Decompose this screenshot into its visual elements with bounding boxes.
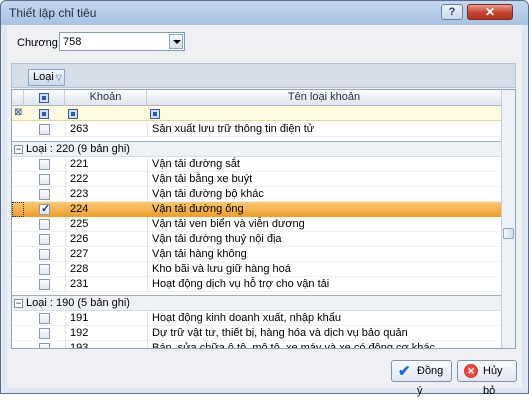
cell-ten: Hoạt động kinh doanh xuất, nhập khẩu — [152, 312, 341, 324]
scrollbar-thumb[interactable] — [503, 228, 514, 239]
group-label: Loại : 190 (5 bản ghi) — [26, 297, 130, 309]
filter-check-icon[interactable] — [39, 109, 49, 119]
checkmark-icon: ✔ — [398, 363, 411, 380]
group-chip-label: Loại — [33, 71, 54, 83]
cell-ten: Bán, sửa chữa ô tô, mô tô, xe máy và xe … — [152, 342, 436, 349]
row-checkbox[interactable] — [39, 189, 50, 200]
filter-row: ⊠ — [12, 106, 502, 121]
cell-khoan: 193 — [70, 342, 89, 349]
table-row[interactable]: 192 Dự trữ vật tư, thiết bị, hàng hóa và… — [12, 326, 502, 341]
cell-ten: Vận tải hàng không — [152, 248, 247, 260]
cancel-icon: ✕ — [464, 364, 478, 378]
row-checkbox[interactable] — [39, 249, 50, 260]
group-label: Loại : 220 (9 bản ghi) — [26, 143, 130, 155]
row-checkbox[interactable] — [39, 264, 50, 275]
cell-ten: Vận tải đường bộ khác — [152, 188, 264, 200]
group-by-panel: Loại ▽ — [11, 63, 516, 88]
select-all-icon[interactable] — [39, 93, 49, 103]
dialog-content: Chương 758 Loại▽ Khoản Tên loại khoản ⊠ — [7, 25, 522, 397]
row-checkbox[interactable] — [39, 174, 50, 185]
row-checkbox[interactable] — [39, 234, 50, 245]
group-row-220[interactable]: − Loại : 220 (9 bản ghi) — [12, 141, 502, 157]
header-select-all[interactable] — [24, 90, 65, 106]
cell-khoan: 192 — [70, 327, 89, 339]
table-row[interactable]: 223 Vận tải đường bộ khác — [12, 187, 502, 202]
cell-khoan: 223 — [70, 188, 89, 200]
cell-khoan: 227 — [70, 248, 89, 260]
row-checkbox[interactable] — [39, 124, 50, 135]
table-row[interactable]: 227 Vận tải hàng không — [12, 247, 502, 262]
table-row[interactable]: 228 Kho bãi và lưu giữ hàng hoá — [12, 262, 502, 277]
cell-ten: Vận tải ven biển và viễn dương — [152, 218, 305, 230]
row-checkbox[interactable] — [39, 219, 50, 230]
table-row[interactable]: 225 Vận tải ven biển và viễn dương — [12, 217, 502, 232]
cell-khoan: 228 — [70, 263, 89, 275]
filter-clear-icon[interactable]: ⊠ — [14, 107, 22, 118]
collapse-icon[interactable]: − — [14, 299, 23, 308]
filter-icon[interactable]: ▽ — [56, 73, 62, 82]
cell-ten: Vận tải đường thuỷ nội địa — [152, 233, 282, 245]
cell-ten: Hoạt động dịch vụ hỗ trợ cho vận tải — [152, 278, 330, 290]
cell-khoan: 263 — [70, 123, 89, 135]
title-bar[interactable]: Thiết lập chỉ tiêu ? ✕ — [1, 1, 528, 25]
group-chip-loai[interactable]: Loại ▽ — [28, 69, 65, 86]
filter-ten-icon[interactable] — [150, 109, 160, 119]
table-row[interactable]: 226 Vận tải đường thuỷ nội địa — [12, 232, 502, 247]
cell-ten: Kho bãi và lưu giữ hàng hoá — [152, 263, 291, 275]
group-row-190[interactable]: − Loại : 190 (5 bản ghi) — [12, 295, 502, 311]
table-row[interactable]: 191 Hoạt động kinh doanh xuất, nhập khẩu — [12, 311, 502, 326]
cell-khoan: 224 — [70, 203, 89, 215]
filter-khoan-icon[interactable] — [68, 109, 78, 119]
row-checkbox[interactable] — [39, 313, 50, 324]
cell-khoan: 226 — [70, 233, 89, 245]
row-checkbox[interactable] — [39, 159, 50, 170]
table-row[interactable]: 221 Vận tải đường sắt — [12, 157, 502, 172]
row-focus-indicator — [12, 202, 24, 217]
dialog-window: Thiết lập chỉ tiêu ? ✕ Chương 758 Loại ▽ … — [0, 0, 529, 397]
cell-ten: Vận tải bằng xe buýt — [152, 173, 253, 185]
chuong-label: Chương — [17, 37, 58, 49]
cell-ten: Sản xuất lưu trữ thông tin điện tử — [152, 123, 315, 135]
grid-header: Khoản Tên loại khoản — [12, 90, 502, 106]
window-title: Thiết lập chỉ tiêu — [9, 6, 97, 20]
table-row-selected[interactable]: 224 Vận tải đường ống — [12, 202, 502, 217]
data-grid: Khoản Tên loại khoản ⊠ 263 Sản xuất lưu … — [11, 89, 516, 349]
cell-ten: Vận tải đường ống — [152, 203, 244, 215]
table-row[interactable]: 222 Vận tải bằng xe buýt — [12, 172, 502, 187]
row-checkbox-checked[interactable] — [39, 202, 50, 215]
table-row[interactable]: 231 Hoạt động dịch vụ hỗ trợ cho vận tải — [12, 277, 502, 292]
ok-button[interactable]: ✔ Đồng ý — [391, 360, 452, 397]
cell-ten: Vận tải đường sắt — [152, 158, 240, 170]
chevron-down-icon[interactable] — [169, 34, 183, 49]
cell-khoan: 191 — [70, 312, 89, 324]
header-ten-loai-khoan[interactable]: Tên loại khoản — [147, 90, 502, 106]
cell-ten: Dự trữ vật tư, thiết bị, hàng hóa và dịc… — [152, 327, 408, 339]
cancel-button[interactable]: ✕ Hủy bỏ — [457, 360, 517, 397]
cell-khoan: 231 — [70, 278, 89, 290]
cell-khoan: 222 — [70, 173, 89, 185]
table-row[interactable]: 193 Bán, sửa chữa ô tô, mô tô, xe máy và… — [12, 341, 502, 349]
row-checkbox[interactable] — [39, 343, 50, 348]
table-row[interactable]: 263 Sản xuất lưu trữ thông tin điện tử — [12, 122, 502, 137]
chuong-value: 758 — [63, 36, 82, 48]
help-button[interactable]: ? — [441, 4, 463, 20]
collapse-icon[interactable]: − — [14, 145, 23, 154]
cell-khoan: 225 — [70, 218, 89, 230]
cancel-button-label: Hủy bỏ — [483, 365, 503, 397]
row-checkbox[interactable] — [39, 279, 50, 290]
ok-button-label: Đồng ý — [417, 365, 444, 397]
close-button[interactable]: ✕ — [467, 4, 513, 20]
cell-khoan: 221 — [70, 158, 89, 170]
chuong-combobox[interactable]: 758 — [59, 32, 185, 51]
header-khoan[interactable]: Khoản — [65, 90, 147, 106]
header-indicator — [12, 90, 24, 106]
vertical-scrollbar[interactable] — [501, 90, 515, 348]
row-checkbox[interactable] — [39, 328, 50, 339]
